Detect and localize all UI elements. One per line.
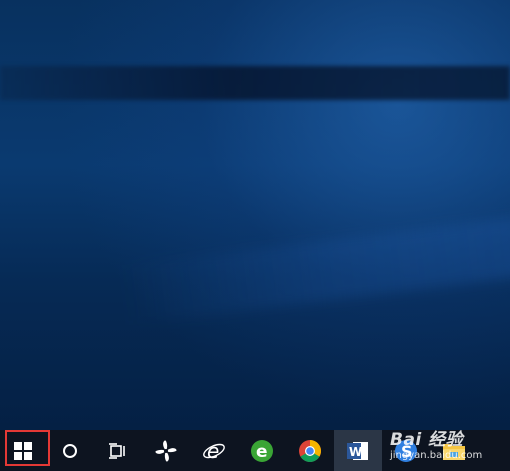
s-icon: S (395, 439, 417, 462)
word-icon: W (347, 441, 368, 460)
wallpaper-light-beam-lower (117, 214, 510, 326)
chrome-icon (299, 439, 321, 462)
start-button-highlight (5, 430, 50, 466)
svg-text:S: S (401, 442, 413, 461)
circle-icon (63, 443, 77, 458)
taskbar: e e W S (0, 430, 510, 471)
svg-text:e: e (207, 439, 219, 463)
internet-explorer[interactable]: e (190, 430, 238, 471)
360-browser[interactable]: e (238, 430, 286, 471)
task-view-button[interactable] (94, 430, 142, 471)
chrome[interactable] (286, 430, 334, 471)
pinwheel-app[interactable] (142, 430, 190, 471)
word[interactable]: W (334, 430, 382, 471)
sogou[interactable]: S (382, 430, 430, 471)
folder-icon (443, 443, 465, 460)
file-explorer[interactable] (430, 430, 478, 471)
wallpaper-light-beam (0, 66, 510, 100)
desktop (0, 0, 510, 471)
svg-text:W: W (349, 445, 362, 459)
green-e-icon: e (251, 439, 273, 462)
svg-text:e: e (256, 442, 268, 462)
ie-icon: e (203, 439, 225, 463)
pinwheel-icon (155, 439, 177, 462)
cortana-button[interactable] (46, 430, 94, 471)
task-view-icon (109, 442, 125, 459)
